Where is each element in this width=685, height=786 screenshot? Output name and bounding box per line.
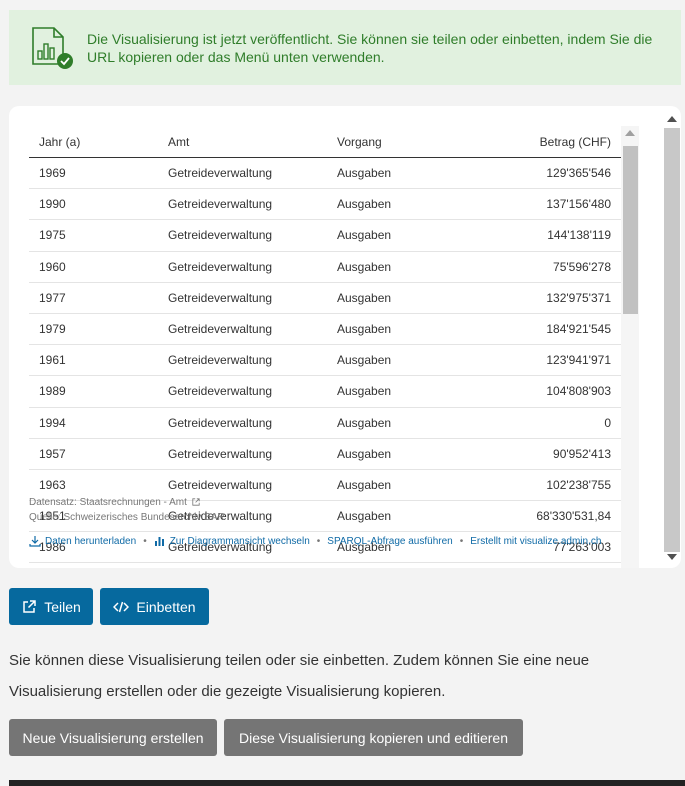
table-card: Jahr (a) Amt Vorgang Betrag (CHF) 1969 Ge…	[9, 106, 681, 568]
cell-year: 1989	[39, 384, 66, 399]
bar-chart-icon	[154, 537, 164, 546]
column-header-process[interactable]: Vorgang	[337, 135, 487, 149]
new-visualization-button[interactable]: Neue Visualisierung erstellen	[9, 719, 217, 756]
page-scrollbar[interactable]	[662, 110, 682, 565]
chart-view-label: Zur Diagrammansicht wechseln	[169, 535, 310, 547]
footer-links: Daten herunterladen • Zur Diagrammansich…	[29, 533, 601, 549]
page-scroll-up-icon[interactable]	[667, 116, 677, 122]
visualize-link[interactable]: Erstellt mit visualize.admin.ch	[470, 536, 601, 547]
cell-year: 1969	[39, 166, 66, 181]
chart-view-link[interactable]: Zur Diagrammansicht wechseln	[154, 535, 310, 547]
dataset-label: Datensatz: Staatsrechnungen - Amt	[29, 497, 187, 508]
cell-process: Ausgaben	[337, 228, 392, 243]
page-footer	[9, 780, 685, 786]
table-row: 1961 Getreideverwaltung Ausgaben 123'941'97…	[29, 345, 621, 377]
external-link-icon[interactable]	[192, 498, 200, 506]
cell-amount: 123'941'971	[546, 353, 611, 368]
cell-amount: 129'365'546	[546, 166, 611, 181]
info-text: Sie können diese Visualisierung teilen o…	[9, 652, 590, 700]
column-header-year[interactable]: Jahr (a)	[29, 135, 168, 149]
table-scrollbar-thumb[interactable]	[623, 146, 638, 314]
share-label: Teilen	[44, 598, 81, 615]
chart-check-icon	[32, 27, 73, 69]
table-row: 1960 Getreideverwaltung Ausgaben 75'596'278	[29, 252, 621, 283]
cell-office: Getreideverwaltung	[168, 322, 273, 337]
cell-process: Ausgaben	[337, 197, 392, 212]
table-row: 1957 Getreideverwaltung Ausgaben 90'952'413	[29, 439, 621, 470]
cell-amount: 68'330'531,84	[536, 509, 611, 524]
cell-year: 1957	[39, 446, 66, 461]
link-separator: •	[143, 535, 147, 547]
cell-process: Ausgaben	[337, 384, 392, 399]
cell-process: Ausgaben	[337, 290, 392, 305]
cell-year: 1961	[39, 353, 66, 368]
cell-year: 1979	[39, 322, 66, 337]
cell-amount: 184'921'545	[546, 322, 611, 337]
cell-amount: 0	[604, 415, 611, 430]
table-row: 1977 Getreideverwaltung Ausgaben 132'975'37…	[29, 283, 621, 314]
success-banner: Die Visualisierung ist jetzt veröffentli…	[9, 10, 681, 85]
copy-visualization-button[interactable]: Diese Visualisierung kopieren und editie…	[224, 719, 523, 756]
cell-year: 1990	[39, 197, 66, 212]
cell-amount: 102'238'755	[546, 477, 611, 492]
page-scrollbar-thumb[interactable]	[664, 128, 680, 552]
table-row: 1990 Getreideverwaltung Ausgaben 137'156'48…	[29, 189, 621, 221]
cell-process: Ausgaben	[337, 477, 392, 492]
cell-office: Getreideverwaltung	[168, 446, 273, 461]
cell-office: Getreideverwaltung	[168, 228, 273, 243]
cell-office: Getreideverwaltung	[168, 290, 273, 305]
cell-process: Ausgaben	[337, 415, 392, 430]
cell-process: Ausgaben	[337, 259, 392, 274]
table-row: 1994 Getreideverwaltung Ausgaben 0	[29, 408, 621, 439]
cell-year: 1994	[39, 415, 66, 430]
cell-amount: 132'975'371	[546, 290, 611, 305]
cell-amount: 75'596'278	[553, 259, 611, 274]
share-button[interactable]: Teilen	[9, 588, 93, 625]
table-row: 1969 Getreideverwaltung Ausgaben 129'365'54…	[29, 158, 621, 190]
download-data-label: Daten herunterladen	[45, 535, 137, 547]
page-scroll-down-icon[interactable]	[667, 554, 677, 560]
link-separator: •	[316, 535, 321, 547]
cell-office: Getreideverwaltung	[168, 477, 273, 492]
download-data-link[interactable]: Daten herunterladen	[29, 535, 136, 547]
cell-process: Ausgaben	[337, 446, 392, 461]
sparql-link[interactable]: SPARQL-Abfrage ausführen	[327, 536, 452, 547]
scroll-up-icon[interactable]	[625, 130, 635, 136]
embed-button[interactable]: Einbetten	[100, 588, 209, 625]
banner-message: Die Visualisierung ist jetzt veröffentli…	[87, 31, 653, 65]
cell-year: 1960	[39, 259, 66, 274]
table-scrollbar[interactable]	[621, 126, 639, 568]
cell-year: 1975	[39, 228, 66, 243]
cell-amount: 104'808'903	[546, 384, 611, 399]
table-row: 1989 Getreideverwaltung Ausgaben 104'808'90…	[29, 376, 621, 408]
cell-office: Getreideverwaltung	[168, 259, 273, 274]
cell-amount: 90'952'413	[553, 446, 611, 461]
cell-office: Getreideverwaltung	[168, 197, 273, 212]
cell-amount: 137'156'480	[546, 197, 611, 212]
cell-office: Getreideverwaltung	[168, 166, 273, 181]
cell-office: Getreideverwaltung	[168, 384, 273, 399]
cell-year: 1977	[39, 290, 66, 305]
cell-amount: 144'138'119	[547, 228, 611, 243]
dataset-info: Datensatz: Staatsrechnungen - Amt	[29, 497, 200, 508]
cell-process: Ausgaben	[337, 509, 392, 524]
share-icon	[23, 599, 36, 613]
cell-process: Ausgaben	[337, 322, 392, 337]
cell-office: Getreideverwaltung	[168, 353, 273, 368]
cell-office: Getreideverwaltung	[168, 415, 273, 430]
column-header-office[interactable]: Amt	[168, 135, 337, 149]
source-info: Quelle: Schweizerisches Bundesarchiv BAR	[29, 512, 225, 523]
table-row: 1975 Getreideverwaltung Ausgaben 144'138'11…	[29, 220, 621, 252]
column-header-amount[interactable]: Betrag (CHF)	[487, 135, 621, 149]
cell-process: Ausgaben	[337, 166, 392, 181]
download-icon	[29, 536, 41, 547]
cell-year: 1963	[39, 477, 66, 492]
code-icon	[113, 601, 130, 612]
embed-label: Einbetten	[136, 598, 196, 615]
cell-process: Ausgaben	[337, 353, 392, 368]
table-header: Jahr (a) Amt Vorgang Betrag (CHF)	[29, 126, 621, 158]
link-separator: •	[459, 535, 464, 547]
table-row: 1979 Getreideverwaltung Ausgaben 184'921'54…	[29, 314, 621, 346]
